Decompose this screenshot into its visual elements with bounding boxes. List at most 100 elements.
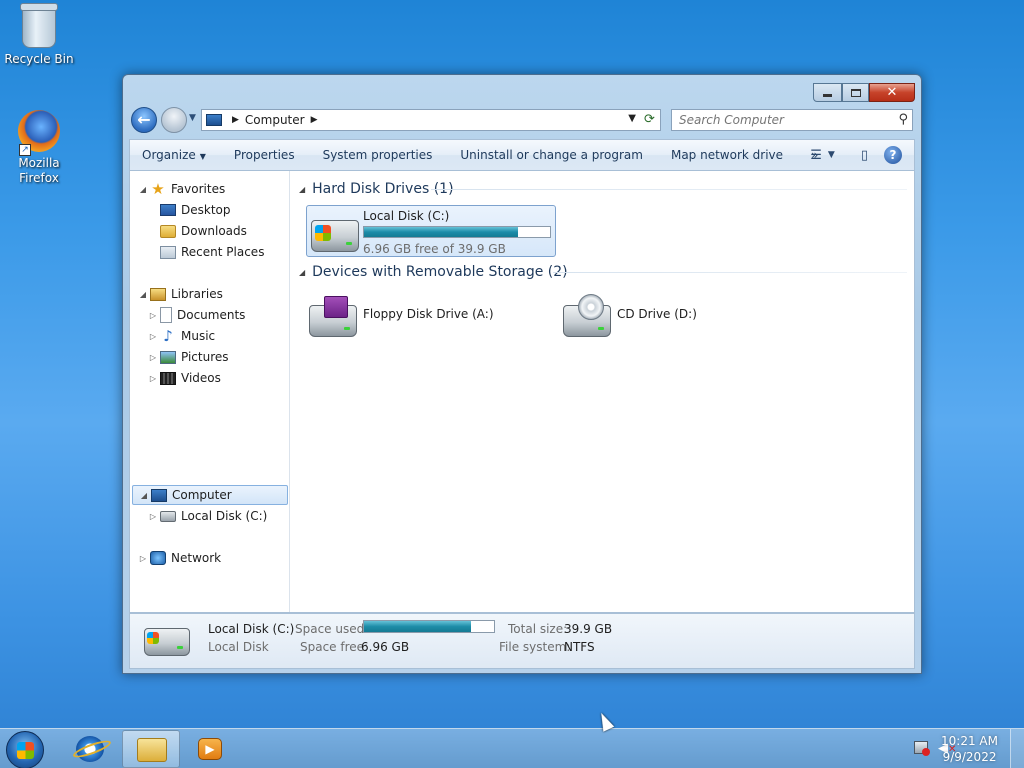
nav-favorites[interactable]: ◢ ★ Favorites — [138, 179, 225, 199]
search-box[interactable]: ⚲ — [671, 109, 913, 131]
close-button[interactable]: ✕ — [869, 83, 915, 102]
collapsed-arrow-icon[interactable]: ▷ — [148, 353, 158, 362]
clock[interactable]: 10:21 AM 9/9/2022 — [941, 733, 998, 765]
properties-button[interactable]: Properties — [220, 148, 309, 162]
view-options-chevron-icon[interactable]: ▼ — [828, 150, 835, 160]
refresh-button[interactable]: ⟳ — [639, 109, 661, 131]
collapsed-arrow-icon[interactable]: ▷ — [148, 311, 158, 320]
space-free-label: Space free: — [300, 640, 369, 654]
nav-recent-places[interactable]: Recent Places — [160, 242, 264, 262]
nav-network-label: Network — [171, 551, 222, 565]
expand-arrow-icon[interactable]: ◢ — [138, 185, 148, 194]
videos-icon — [160, 371, 176, 385]
breadcrumb-separator-icon[interactable]: ▶ — [311, 115, 318, 125]
drive-free-space: 6.96 GB free of 39.9 GB — [363, 242, 506, 256]
music-icon: ♪ — [163, 327, 173, 345]
nav-downloads[interactable]: Downloads — [160, 221, 247, 241]
firefox-icon: ↗ — [17, 110, 61, 156]
recent-pages-dropdown[interactable]: ▼ — [189, 113, 196, 123]
navigation-bar: ← ▼ ▶ Computer ▶ ▼ ⟳ ⚲ — [131, 107, 915, 133]
windows-logo-icon — [315, 225, 331, 241]
search-icon[interactable]: ⚲ — [898, 112, 908, 127]
space-used-fill — [364, 621, 472, 632]
nav-desktop[interactable]: Desktop — [160, 200, 231, 220]
nav-videos-label: Videos — [181, 371, 221, 385]
group-removable-storage[interactable]: ◢ Devices with Removable Storage (2) — [299, 262, 568, 282]
system-properties-button[interactable]: System properties — [309, 148, 447, 162]
uninstall-program-button[interactable]: Uninstall or change a program — [446, 148, 657, 162]
hard-disk-icon — [144, 628, 190, 656]
capacity-bar — [363, 226, 551, 238]
taskbar-media-player[interactable]: ▶ — [182, 730, 240, 768]
navigation-pane: ◢ ★ Favorites Desktop Downloads Recent Pla… — [130, 171, 290, 612]
details-type: Local Disk — [208, 640, 269, 654]
nav-local-disk[interactable]: ▷ Local Disk (C:) — [148, 506, 267, 526]
drive-tile-local-disk-c[interactable]: Local Disk (C:) 6.96 GB free of 39.9 GB — [306, 205, 556, 257]
chevron-down-icon: ▼ — [199, 152, 206, 161]
action-center-flag-icon[interactable] — [914, 741, 930, 757]
nav-network[interactable]: ▷ Network — [138, 548, 221, 568]
nav-desktop-label: Desktop — [181, 203, 231, 217]
collapsed-arrow-icon[interactable]: ▷ — [148, 374, 158, 383]
collapsed-arrow-icon[interactable]: ▷ — [138, 554, 148, 563]
clock-date: 9/9/2022 — [942, 750, 997, 764]
explorer-window: ✕ ← ▼ ▶ Computer ▶ ▼ ⟳ ⚲ Organize▼ Prope… — [122, 74, 922, 674]
nav-documents[interactable]: ▷ Documents — [148, 305, 245, 325]
maximize-button[interactable] — [842, 83, 869, 102]
computer-icon — [151, 488, 167, 502]
minimize-icon — [823, 94, 832, 97]
recycle-bin-label: Recycle Bin — [4, 52, 74, 66]
libraries-icon — [150, 287, 166, 301]
taskbar-internet-explorer[interactable]: e — [62, 730, 120, 768]
taskbar: e ▶ ◀✕ 10:21 AM 9/9/2022 — [0, 728, 1024, 768]
close-icon: ✕ — [886, 85, 898, 100]
desktop-icon — [160, 204, 176, 216]
total-size-value: 39.9 GB — [564, 622, 613, 636]
firefox-shortcut[interactable]: ↗ Mozilla Firefox — [3, 110, 75, 186]
nav-videos[interactable]: ▷ Videos — [148, 368, 221, 388]
drive-tile-cd[interactable]: CD Drive (D:) — [561, 291, 801, 339]
recent-places-icon — [160, 245, 176, 259]
group-divider — [553, 272, 907, 273]
nav-music[interactable]: ▷ ♪ Music — [148, 326, 215, 346]
cd-drive-name: CD Drive (D:) — [617, 307, 697, 321]
show-desktop-button[interactable] — [1010, 729, 1024, 768]
nav-pictures[interactable]: ▷ Pictures — [148, 347, 229, 367]
file-system-label: File system: — [499, 640, 571, 654]
drive-tile-floppy[interactable]: Floppy Disk Drive (A:) — [307, 291, 547, 339]
nav-libraries[interactable]: ◢ Libraries — [138, 284, 223, 304]
content-area: ◢ ★ Favorites Desktop Downloads Recent Pla… — [129, 171, 915, 613]
documents-icon — [160, 307, 172, 323]
organize-button[interactable]: Organize ▼ — [130, 148, 220, 162]
collapse-arrow-icon[interactable]: ◢ — [299, 268, 305, 277]
expand-arrow-icon[interactable]: ◢ — [139, 491, 149, 500]
notification-area: ◀✕ 10:21 AM 9/9/2022 — [884, 729, 1024, 768]
change-view-icon[interactable]: ☰ — [810, 148, 822, 163]
start-button[interactable] — [6, 731, 44, 768]
nav-downloads-label: Downloads — [181, 224, 247, 238]
collapsed-arrow-icon[interactable]: ▷ — [148, 512, 158, 521]
expand-arrow-icon[interactable]: ◢ — [138, 290, 148, 299]
nav-computer-label: Computer — [172, 488, 232, 502]
help-icon[interactable]: ? — [884, 146, 902, 164]
recycle-bin-icon — [17, 3, 61, 50]
search-input[interactable] — [679, 113, 879, 127]
forward-button[interactable] — [161, 107, 187, 133]
back-button[interactable]: ← — [131, 107, 157, 133]
drive-name: Local Disk (C:) — [363, 209, 450, 223]
star-icon: ★ — [151, 180, 165, 198]
collapsed-arrow-icon[interactable]: ▷ — [148, 332, 158, 341]
file-list-pane: ◢ Hard Disk Drives (1) Local Disk (C:) 6.… — [291, 171, 915, 612]
breadcrumb-separator-icon[interactable]: ▶ — [232, 115, 239, 125]
collapse-arrow-icon[interactable]: ◢ — [299, 185, 305, 194]
preview-pane-icon[interactable]: ▯ — [861, 148, 868, 163]
hard-disk-icon — [311, 220, 359, 252]
recycle-bin-shortcut[interactable]: Recycle Bin — [3, 3, 75, 66]
address-dropdown-icon[interactable]: ▼ — [628, 113, 636, 124]
taskbar-windows-explorer[interactable] — [122, 730, 180, 768]
address-bar[interactable]: ▶ Computer ▶ ▼ — [201, 109, 641, 131]
minimize-button[interactable] — [813, 83, 842, 102]
breadcrumb-computer[interactable]: Computer — [245, 113, 305, 127]
map-network-drive-button[interactable]: Map network drive — [657, 148, 797, 162]
nav-computer[interactable]: ◢ Computer — [132, 485, 288, 505]
